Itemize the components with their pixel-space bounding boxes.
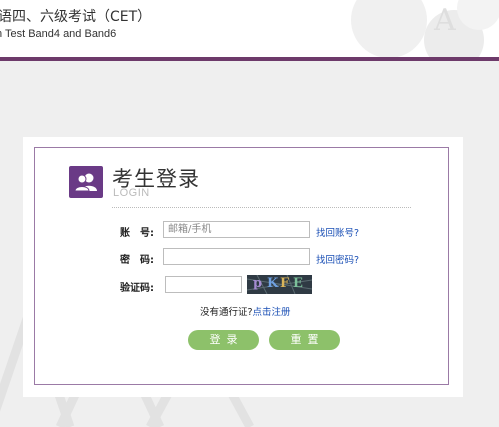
deco-letter: A <box>433 3 456 38</box>
login-button[interactable]: 登录 <box>188 330 259 350</box>
captcha-char-4: E <box>293 276 305 291</box>
captcha-input[interactable] <box>165 276 242 293</box>
site-title-cn: 语四、六级考试（CET） <box>0 9 152 25</box>
header-accent-bar <box>0 57 499 61</box>
password-input[interactable] <box>163 248 310 265</box>
login-subtitle: LOGIN <box>113 187 150 199</box>
no-pass-text: 没有通行证? <box>200 307 253 318</box>
captcha-char-2: K <box>267 276 281 291</box>
captcha-label: 验证码: <box>120 283 154 294</box>
site-header: 语四、六级考试（CET） n Test Band4 and Band6 A <box>0 0 499 57</box>
site-title-en: n Test Band4 and Band6 <box>0 28 117 40</box>
user-group-icon <box>69 166 103 198</box>
forgot-account-link[interactable]: 找回账号? <box>316 225 359 239</box>
account-label: 账 号: <box>120 228 154 239</box>
captcha-image[interactable]: p K F E <box>247 275 312 294</box>
register-prompt: 没有通行证?点击注册 <box>200 304 291 318</box>
captcha-char-3: F <box>280 276 292 291</box>
header-decoration: A <box>351 0 499 57</box>
password-label: 密 码: <box>120 255 154 266</box>
captcha-char-1: p <box>253 276 265 291</box>
register-link[interactable]: 点击注册 <box>253 307 291 318</box>
forgot-password-link[interactable]: 找回密码? <box>316 252 359 266</box>
account-input[interactable] <box>163 221 310 238</box>
title-divider <box>112 207 411 208</box>
reset-button[interactable]: 重置 <box>269 330 340 350</box>
